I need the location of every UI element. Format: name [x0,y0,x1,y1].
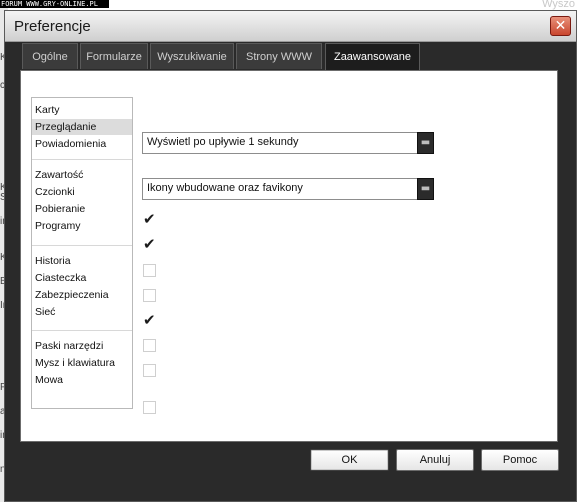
sidebar-item[interactable]: Sieć [32,304,132,320]
sidebar-item[interactable]: Historia [32,253,132,269]
setting-checkbox[interactable]: ✔ [143,235,156,253]
sidebar-item[interactable]: Powiadomienia [32,136,132,152]
tab-search[interactable]: Wyszukiwanie [150,43,234,69]
setting-checkbox[interactable]: ✔ [143,311,156,329]
sidebar-item[interactable]: Karty [32,102,132,118]
chevron-down-icon[interactable]: ▬ [417,178,434,200]
dropdown-tooltip-delay[interactable]: Wyświetl po upływie 1 sekundy ▬ [142,132,434,154]
close-button[interactable]: ✕ [550,16,571,36]
setting-checkbox[interactable] [143,264,156,277]
tab-web-pages[interactable]: Strony WWW [236,43,322,69]
chevron-down-icon[interactable]: ▬ [417,132,434,154]
sidebar-item[interactable]: Paski narzędzi [32,338,132,354]
help-button[interactable]: Pomoc [481,449,559,471]
dialog-title: Preferencje [14,18,91,35]
dropdown-value: Wyświetl po upływie 1 sekundy [147,136,299,148]
setting-checkbox[interactable] [143,364,156,377]
checkmark-icon: ✔ [143,210,156,228]
setting-checkbox[interactable] [143,401,156,414]
dropdown-icons[interactable]: Ikony wbudowane oraz favikony ▬ [142,178,434,200]
category-divider [32,159,132,160]
title-bar[interactable]: Preferencje ✕ [5,11,576,42]
cancel-button[interactable]: Anuluj [396,449,474,471]
category-divider [32,245,132,246]
sidebar-item[interactable]: Programy [32,218,132,234]
ok-button[interactable]: OK [310,449,389,471]
sidebar-item[interactable]: Przeglądanie [32,119,132,135]
sidebar-item[interactable]: Pobieranie [32,201,132,217]
tab-forms[interactable]: Formularze [80,43,148,69]
background-text: Wyszo [542,0,575,10]
category-list: Karty Przeglądanie Powiadomienia Zawartość C… [31,97,133,409]
sidebar-item[interactable]: Mowa [32,372,132,388]
category-divider [32,330,132,331]
sidebar-item[interactable]: Ciasteczka [32,270,132,286]
checkmark-icon: ✔ [143,311,156,329]
watermark-banner: FORUM WWW.GRY-ONLINE.PL [0,0,109,8]
setting-checkbox[interactable] [143,289,156,302]
settings-panel: Karty Przeglądanie Powiadomienia Zawartość C… [20,70,558,442]
sidebar-item[interactable]: Zabezpieczenia [32,287,132,303]
tab-general[interactable]: Ogólne [22,43,78,69]
dropdown-value: Ikony wbudowane oraz favikony [147,182,303,194]
setting-checkbox[interactable] [143,339,156,352]
sidebar-item[interactable]: Mysz i klawiatura [32,355,132,371]
setting-checkbox[interactable]: ✔ [143,210,156,228]
sidebar-item[interactable]: Czcionki [32,184,132,200]
checkmark-icon: ✔ [143,235,156,253]
tab-advanced[interactable]: Zaawansowane [325,43,420,71]
close-icon: ✕ [554,18,567,34]
sidebar-item[interactable]: Zawartość [32,167,132,183]
